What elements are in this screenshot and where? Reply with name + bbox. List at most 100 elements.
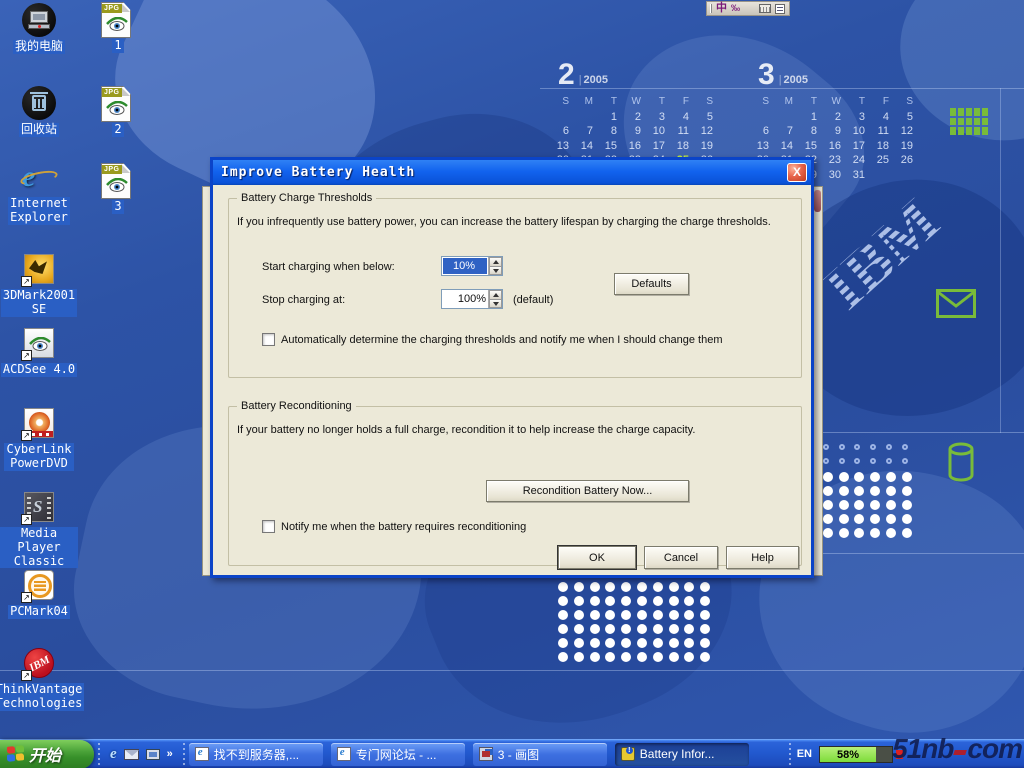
- wallpaper-dot: [839, 500, 849, 510]
- wallpaper-dot: [854, 514, 864, 524]
- spin-down-button[interactable]: [489, 299, 502, 309]
- spin-up-button[interactable]: [489, 290, 502, 299]
- desktop-icon-label: Media Player Classic: [0, 527, 78, 568]
- stop-charging-spinner[interactable]: 100%: [441, 289, 503, 309]
- dialog-titlebar[interactable]: Improve Battery Health X: [213, 160, 811, 185]
- wallpaper-dot: [590, 610, 600, 620]
- desktop-icon-3dmark2001[interactable]: ↗ 3DMark2001 SE: [0, 252, 78, 317]
- taskbar-button[interactable]: 专门网论坛 - ...: [331, 743, 465, 766]
- defaults-button[interactable]: Defaults: [614, 273, 689, 295]
- taskbar-button[interactable]: Battery Infor...: [615, 743, 749, 766]
- wallpaper-dot: [574, 624, 584, 634]
- wallpaper-dot: [886, 500, 896, 510]
- desktop-icon-pcmark04[interactable]: ↗ PCMark04: [0, 568, 78, 619]
- desktop-icon-label: 我的电脑: [13, 40, 65, 54]
- wallpaper-dot: [590, 596, 600, 606]
- group-title: Battery Reconditioning: [237, 400, 356, 412]
- quick-launch-more-chevron[interactable]: »: [167, 748, 173, 760]
- taskbar-button[interactable]: 找不到服务器,...: [189, 743, 323, 766]
- drag-handle[interactable]: [710, 4, 712, 13]
- shortcut-arrow-icon: ↗: [21, 350, 32, 361]
- wallpaper-dot: [669, 652, 679, 662]
- desktop-icon-my-computer[interactable]: 我的电脑: [0, 3, 78, 54]
- wallpaper-dot: [669, 596, 679, 606]
- taskbar-button[interactable]: 3 - 画图: [473, 743, 607, 766]
- shortcut-arrow-icon: ↗: [21, 514, 32, 525]
- desktop-icon-jpg-1[interactable]: JPG 1: [79, 2, 157, 53]
- desktop-icon-internet-explorer[interactable]: e Internet Explorer: [0, 160, 78, 225]
- wallpaper-dot: [839, 472, 849, 482]
- wallpaper-dot: [700, 624, 710, 634]
- wallpaper-dot: [854, 444, 860, 450]
- soft-keyboard-icon[interactable]: [759, 4, 771, 13]
- desktop-icon-label: CyberLink PowerDVD: [4, 443, 73, 471]
- wallpaper-dot: [590, 638, 600, 648]
- wallpaper-dot: [854, 486, 864, 496]
- default-note: (default): [513, 294, 553, 306]
- recondition-battery-button[interactable]: Recondition Battery Now...: [486, 480, 689, 502]
- wallpaper-dot: [823, 486, 833, 496]
- wallpaper-dot: [590, 652, 600, 662]
- desktop-icon-label: 3DMark2001 SE: [1, 289, 77, 317]
- spin-up-button[interactable]: [489, 257, 502, 266]
- wallpaper-dot: [870, 500, 880, 510]
- desktop-icon-jpg-3[interactable]: JPG 3: [79, 163, 157, 214]
- desktop-icon-powerdvd[interactable]: ↗ CyberLink PowerDVD: [0, 406, 78, 471]
- wallpaper-dot: [886, 444, 892, 450]
- quick-launch-ie-icon[interactable]: e: [110, 746, 117, 763]
- spin-down-button[interactable]: [489, 266, 502, 276]
- desktop-icon-label: PCMark04: [8, 605, 70, 619]
- notify-reconditioning-checkbox[interactable]: [262, 520, 275, 533]
- wallpaper-dot: [902, 528, 912, 538]
- ime-language-bar[interactable]: 中 ‰: [706, 1, 790, 16]
- acdsee-icon: ↗: [22, 326, 56, 360]
- shortcut-arrow-icon: ↗: [21, 670, 32, 681]
- desktop-icon-thinkvantage[interactable]: IBM ↗ ThinkVantage Technologies: [0, 646, 78, 711]
- taskbar-separator: [96, 742, 102, 766]
- taskbar-button-label: Battery Infor...: [640, 747, 715, 761]
- width-toggle-icon[interactable]: ‰: [731, 4, 740, 13]
- ime-menu-icon[interactable]: [775, 4, 785, 14]
- wallpaper-dot: [823, 444, 829, 450]
- wallpaper-dot: [854, 500, 864, 510]
- wallpaper-dot: [839, 528, 849, 538]
- wallpaper-dot: [653, 610, 663, 620]
- desktop-icon-jpg-2[interactable]: JPG 2: [79, 86, 157, 137]
- wallpaper-dot: [886, 458, 892, 464]
- wallpaper-dot: [574, 582, 584, 592]
- battery-percent: 58%: [820, 747, 876, 762]
- cancel-button[interactable]: Cancel: [644, 546, 718, 569]
- battery-meter[interactable]: 58%: [819, 746, 893, 763]
- wallpaper-dot: [637, 638, 647, 648]
- start-charging-spinner[interactable]: 10%: [441, 256, 503, 276]
- ime-mode-icon[interactable]: 中: [716, 3, 727, 14]
- start-charging-value[interactable]: 10%: [443, 258, 487, 274]
- desktop-icon-acdsee[interactable]: ↗ ACDSee 4.0: [0, 326, 78, 377]
- ok-button[interactable]: OK: [558, 546, 636, 569]
- quick-launch-show-desktop-icon[interactable]: [146, 749, 160, 760]
- paint-icon: [479, 747, 493, 761]
- wallpaper-dot: [637, 610, 647, 620]
- jpg-badge: JPG: [102, 165, 122, 174]
- wallpaper-dot: [558, 610, 568, 620]
- 3dmark2001-icon: ↗: [22, 252, 56, 286]
- start-button[interactable]: 开始: [0, 740, 94, 768]
- stop-charging-value[interactable]: 100%: [442, 290, 488, 308]
- wallpaper-dot: [886, 472, 896, 482]
- language-indicator[interactable]: EN: [797, 748, 812, 760]
- wallpaper-dot: [839, 458, 845, 464]
- taskbar-button-label: 3 - 画图: [498, 746, 539, 763]
- wallpaper-dot: [902, 486, 912, 496]
- quick-launch-mail-icon[interactable]: [124, 749, 139, 760]
- group-title: Battery Charge Thresholds: [237, 192, 376, 204]
- desktop-icon-recycle-bin[interactable]: 回收站: [0, 86, 78, 137]
- media-player-classic-icon: S ↗: [22, 490, 56, 524]
- stop-charging-label: Stop charging at:: [262, 294, 345, 306]
- help-button[interactable]: Help: [726, 546, 799, 569]
- auto-thresholds-checkbox[interactable]: [262, 333, 275, 346]
- close-button[interactable]: X: [787, 163, 807, 182]
- wallpaper-dot: [621, 610, 631, 620]
- desktop-icon-media-player-classic[interactable]: S ↗ Media Player Classic: [0, 490, 78, 568]
- battery-icon: [621, 747, 635, 761]
- wallpaper-dot: [870, 444, 876, 450]
